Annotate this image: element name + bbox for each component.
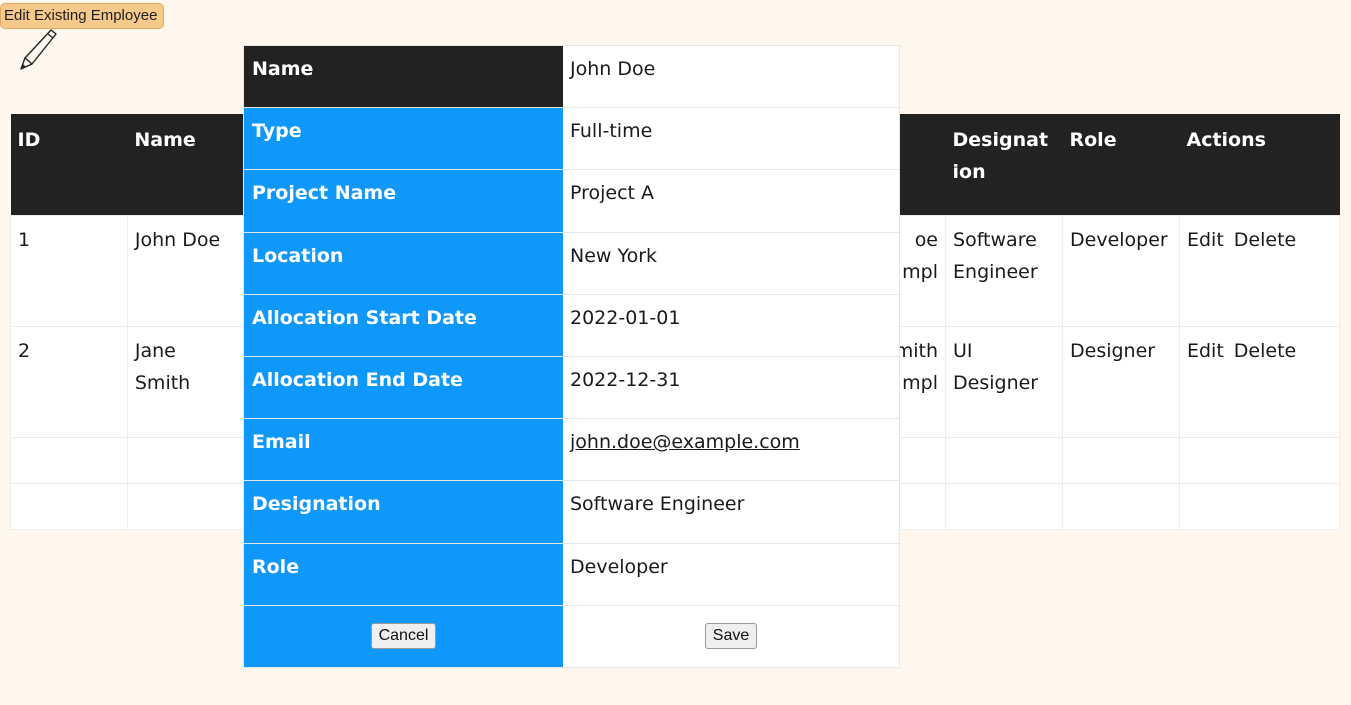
modal-row-type: Type Full-time — [244, 108, 899, 171]
field-label: Designation — [244, 481, 563, 543]
allocation-start-date-field[interactable]: 2022-01-01 — [563, 295, 899, 356]
modal-row-name: Name John Doe — [244, 46, 899, 109]
field-label: Allocation End Date — [244, 356, 563, 419]
modal-row-project: Project Name Project A — [244, 170, 899, 233]
cancel-button[interactable]: Cancel — [370, 623, 437, 650]
cell — [1062, 482, 1180, 530]
cell-actions: Edit Delete — [1178, 325, 1341, 438]
delete-row-link[interactable]: Delete — [1234, 229, 1296, 251]
modal-row-email: Email john.doe@example.com — [244, 419, 899, 482]
field-label: Role — [244, 543, 563, 605]
cell — [945, 482, 1063, 530]
cell — [945, 436, 1063, 484]
column-header-designation: Designat ion — [945, 114, 1063, 215]
modal-actions: Cancel Save — [244, 605, 899, 667]
cell-name: Jane Smith — [126, 325, 245, 438]
cell — [10, 436, 128, 484]
modal-row-designation: Designation Software Engineer — [244, 481, 899, 544]
column-header-actions: Actions — [1179, 114, 1340, 215]
edit-existing-employee-button[interactable]: Edit Existing Employee — [0, 3, 165, 29]
cell — [1178, 436, 1341, 484]
column-header-id: ID — [10, 114, 128, 215]
save-button[interactable]: Save — [704, 623, 758, 650]
name-field[interactable]: John Doe — [563, 46, 899, 107]
location-field[interactable]: New York — [563, 233, 899, 294]
cell-designation: UI Designer — [945, 325, 1063, 438]
modal-row-location: Location New York — [244, 232, 899, 295]
cell — [10, 482, 128, 530]
email-field: john.doe@example.com — [563, 419, 899, 480]
modal-row-end-date: Allocation End Date 2022-12-31 — [244, 356, 899, 420]
modal-row-start-date: Allocation Start Date 2022-01-01 — [244, 294, 899, 357]
cell-id: 2 — [10, 325, 128, 438]
field-label: Email — [244, 419, 563, 481]
cell-role: Designer — [1062, 325, 1180, 438]
column-header-role: Role — [1062, 114, 1180, 215]
designation-field[interactable]: Software Engineer — [563, 481, 899, 542]
field-label: Allocation Start Date — [244, 294, 563, 356]
field-label: Type — [244, 108, 563, 170]
project-name-field[interactable]: Project A — [563, 170, 899, 231]
cell-name: John Doe — [126, 214, 245, 327]
edit-row-link[interactable]: Edit — [1187, 229, 1224, 251]
field-label: Location — [244, 232, 563, 294]
edit-row-link[interactable]: Edit — [1187, 340, 1224, 362]
type-field[interactable]: Full-time — [563, 108, 899, 169]
field-label: Name — [244, 46, 563, 108]
cell — [126, 482, 245, 530]
cell-role: Developer — [1062, 214, 1180, 327]
delete-row-link[interactable]: Delete — [1234, 340, 1296, 362]
column-header-name: Name — [127, 114, 245, 215]
allocation-end-date-field[interactable]: 2022-12-31 — [563, 357, 899, 418]
edit-employee-modal: Name John Doe Type Full-time Project Nam… — [243, 45, 900, 668]
modal-row-role: Role Developer — [244, 543, 899, 606]
field-label: Project Name — [244, 170, 563, 232]
email-link[interactable]: john.doe@example.com — [570, 431, 800, 453]
cell-id: 1 — [10, 214, 128, 327]
cell-designation: Software Engineer — [945, 214, 1063, 327]
cell — [126, 436, 245, 484]
cell — [1062, 436, 1180, 484]
cell — [1178, 482, 1341, 530]
cell-actions: Edit Delete — [1178, 214, 1341, 327]
pencil-icon — [18, 28, 58, 76]
cancel-cell: Cancel — [244, 605, 563, 667]
save-cell: Save — [563, 606, 899, 667]
role-field[interactable]: Developer — [563, 544, 899, 605]
